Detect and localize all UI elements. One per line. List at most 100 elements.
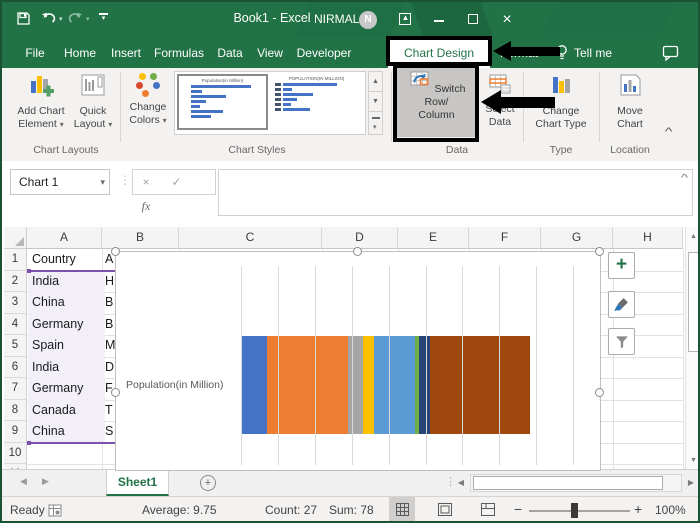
collapse-ribbon-icon[interactable]: ^ [665, 126, 673, 138]
chart-handle-top-left[interactable] [111, 247, 120, 256]
vertical-scrollbar[interactable]: ▲ ▼ [685, 227, 698, 469]
insert-function-icon[interactable]: fx [133, 194, 159, 218]
save-icon[interactable] [16, 11, 31, 31]
macro-record-icon[interactable] [48, 504, 62, 520]
row-header-5[interactable]: 5 [4, 335, 27, 357]
row-header-9[interactable]: 9 [4, 421, 27, 443]
formula-bar-input[interactable]: ^ [218, 169, 693, 216]
view-page-layout-button[interactable] [432, 497, 458, 521]
view-page-break-button[interactable] [475, 497, 501, 521]
cell-A8[interactable]: Canada [28, 399, 105, 421]
scroll-right-button[interactable]: ▶ [684, 475, 698, 491]
row-header-1[interactable]: 1 [4, 249, 27, 271]
chart-style-2[interactable]: POPULATION(IN MILLION) [271, 74, 362, 130]
view-normal-button[interactable] [389, 497, 415, 521]
sheet-nav-left-icon[interactable]: ◀ [20, 476, 27, 487]
cell-B3[interactable]: B [105, 292, 115, 314]
cancel-icon[interactable]: × [133, 170, 159, 194]
row-header-6[interactable]: 6 [4, 356, 27, 378]
cell-A3[interactable]: China [28, 292, 105, 314]
chart-filters-button[interactable] [608, 328, 635, 355]
name-box-dropdown-icon[interactable]: ▾ [100, 170, 105, 194]
add-chart-element-button[interactable]: Add Chart Element ▾ [14, 70, 68, 131]
tab-insert[interactable]: Insert [104, 38, 148, 68]
tab-data[interactable]: Data [210, 38, 250, 68]
gallery-down-button[interactable]: ▼ [368, 91, 383, 112]
customize-quick-access-icon[interactable]: ▾ [99, 13, 108, 22]
scroll-up-button[interactable]: ▲ [687, 229, 698, 245]
column-header-F[interactable]: F [469, 227, 541, 249]
select-all-button[interactable] [4, 227, 27, 249]
cell-A5[interactable]: Spain [28, 335, 105, 357]
horizontal-scroll-thumb[interactable] [473, 476, 663, 490]
minimize-button[interactable] [428, 10, 450, 30]
zoom-out-button[interactable]: − [514, 501, 522, 517]
scroll-left-button[interactable]: ◀ [454, 475, 468, 491]
tab-developer[interactable]: Developer [292, 38, 356, 68]
tell-me-label[interactable]: Tell me [574, 38, 612, 68]
vertical-scroll-thumb[interactable] [687, 252, 698, 352]
undo-icon[interactable] [40, 11, 56, 31]
chart-style-1[interactable]: Population(in Million) [177, 74, 268, 130]
chart-handle-middle-left[interactable] [111, 388, 120, 397]
cell-A6[interactable]: India [28, 356, 105, 378]
close-button[interactable]: × [496, 10, 518, 30]
formula-bar-collapse-icon[interactable]: ^ [681, 173, 689, 184]
row-header-4[interactable]: 4 [4, 313, 27, 335]
chart-handle-middle-right[interactable] [595, 388, 604, 397]
tab-file[interactable]: File [16, 38, 54, 68]
redo-icon[interactable] [68, 11, 84, 31]
gallery-more-button[interactable]: ▾ [368, 111, 383, 135]
cell-A4[interactable]: Germany [28, 313, 105, 335]
sheet-nav-right-icon[interactable]: ▶ [42, 476, 49, 487]
change-colors-button[interactable]: Change Colors ▾ [124, 70, 172, 127]
column-header-H[interactable]: H [613, 227, 683, 249]
row-header-7[interactable]: 7 [4, 378, 27, 400]
cell-B9[interactable]: S [105, 421, 115, 443]
status-average[interactable]: Average: 9.75 [142, 503, 217, 517]
zoom-level[interactable]: 100% [655, 503, 686, 517]
row-header-2[interactable]: 2 [4, 270, 27, 292]
comments-icon[interactable] [662, 45, 679, 66]
redo-dropdown-icon[interactable]: ▾ [86, 15, 90, 23]
maximize-button[interactable] [462, 10, 484, 30]
chart-elements-button[interactable]: + [608, 252, 635, 279]
zoom-slider-handle[interactable] [571, 503, 578, 518]
status-sum[interactable]: Sum: 78 [329, 503, 374, 517]
tab-formulas[interactable]: Formulas [150, 38, 208, 68]
chart-category-label[interactable]: Population(in Million) [126, 379, 223, 391]
gallery-up-button[interactable]: ▲ [368, 71, 383, 92]
sheet-tab-sheet1[interactable]: Sheet1 [106, 470, 169, 496]
column-header-C[interactable]: C [179, 227, 322, 249]
cell-A7[interactable]: Germany [28, 378, 105, 400]
cell-B8[interactable]: T [105, 400, 115, 422]
bar-segment-3[interactable] [348, 336, 364, 434]
column-header-E[interactable]: E [398, 227, 469, 249]
scroll-down-button[interactable]: ▼ [687, 453, 698, 469]
column-header-D[interactable]: D [322, 227, 398, 249]
enter-icon[interactable]: ✓ [163, 170, 189, 194]
cell-B6[interactable]: D [105, 357, 115, 379]
row-header-10[interactable]: 10 [4, 442, 27, 464]
name-box[interactable]: Chart 1 ▾ [10, 169, 110, 195]
zoom-slider-track[interactable] [529, 510, 630, 512]
tab-home[interactable]: Home [58, 38, 102, 68]
chart-handle-top-center[interactable] [353, 247, 362, 256]
column-header-A[interactable]: A [27, 227, 102, 249]
bar-segment-2[interactable] [266, 336, 349, 434]
status-count[interactable]: Count: 27 [265, 503, 317, 517]
move-chart-button[interactable]: Move Chart [603, 70, 657, 131]
column-header-B[interactable]: B [102, 227, 179, 249]
tab-view[interactable]: View [250, 38, 290, 68]
row-header-8[interactable]: 8 [4, 399, 27, 421]
chart-styles-button[interactable] [608, 291, 635, 318]
quick-layout-button[interactable]: Quick Layout ▾ [70, 70, 116, 131]
column-header-G[interactable]: G [541, 227, 613, 249]
undo-dropdown-icon[interactable]: ▾ [59, 15, 63, 23]
cell-A1[interactable]: Country [28, 249, 105, 271]
bar-segment-8[interactable] [429, 336, 530, 434]
row-header-3[interactable]: 3 [4, 292, 27, 314]
zoom-in-button[interactable]: + [634, 501, 642, 517]
chart-handle-top-right[interactable] [595, 247, 604, 256]
ribbon-display-options-button[interactable]: ▲ [394, 10, 416, 30]
